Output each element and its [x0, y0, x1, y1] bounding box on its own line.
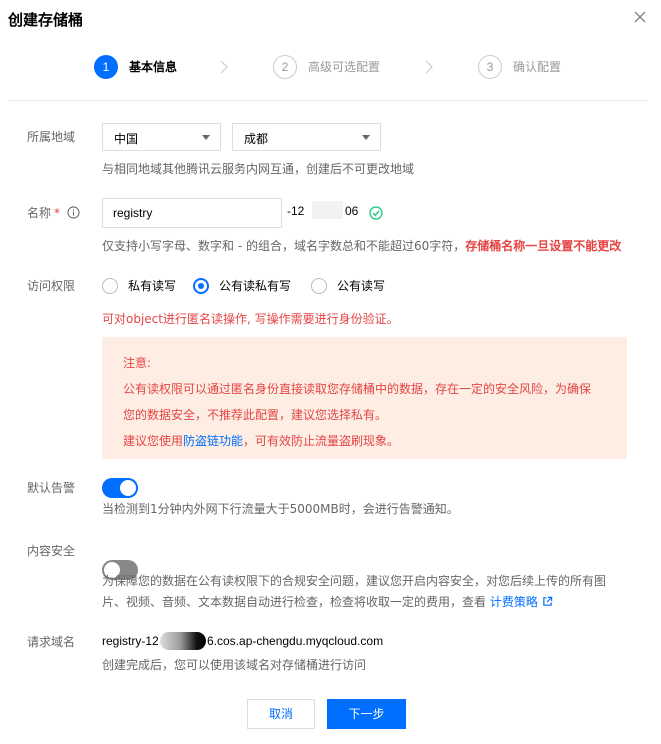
appid-suffix-end: 06: [345, 204, 359, 218]
chevron-right-icon: [220, 60, 228, 74]
domain-suffix: 6.cos.ap-chengdu.myqcloud.com: [207, 634, 384, 648]
step-1-label: 基本信息: [129, 60, 178, 74]
step-3-number: 3: [478, 55, 502, 79]
caret-down-icon: [202, 135, 210, 140]
step-1-number: 1: [94, 55, 118, 79]
access-label: 访问权限: [27, 279, 76, 293]
content-security-label: 内容安全: [27, 544, 76, 558]
region-label: 所属地域: [27, 130, 76, 144]
step-2-number: 2: [273, 55, 297, 79]
access-notice: 可对object进行匿名读操作, 写操作需要进行身份验证。: [102, 312, 399, 326]
content-security-hint-2: 片、视频、音频、文本数据自动进行检查，检查将收取一定的费用，查看 计费策略: [102, 593, 553, 611]
region-hint: 与相同地域其他腾讯云服务内网互通，创建后不可更改地域: [102, 162, 415, 176]
redacted-block: [312, 201, 343, 219]
header-divider: [8, 100, 647, 101]
step-2-label: 高级可选配置: [308, 60, 381, 74]
info-icon[interactable]: [67, 206, 80, 219]
country-select[interactable]: 中国: [102, 123, 221, 151]
close-icon[interactable]: [633, 10, 647, 24]
required-mark: *: [54, 206, 61, 220]
radio-public-read[interactable]: 公有读私有写: [193, 277, 291, 294]
radio-checked-icon: [193, 277, 209, 294]
toggle-knob: [120, 480, 136, 496]
appid-suffix-start: -12: [287, 204, 305, 218]
domain-label: 请求域名: [27, 635, 76, 649]
content-security-hint-1: 为保障您的数据在公有读权限下的合规安全问题，建议您开启内容安全，对您后续上传的所…: [102, 574, 607, 588]
city-select[interactable]: 成都: [232, 123, 381, 151]
name-label: 名称 *: [27, 206, 61, 220]
anti-leech-link[interactable]: 防盗链功能: [183, 434, 243, 448]
external-link-icon[interactable]: [542, 596, 553, 607]
domain-hint: 创建完成后，您可以使用该域名对存储桶进行访问: [102, 658, 367, 672]
warning-line-1: 公有读权限可以通过匿名身份直接读取您存储桶中的数据，存在一定的安全风险，为确保: [123, 382, 592, 396]
warning-title: 注意:: [123, 356, 152, 370]
warning-line-2: 您的数据安全，不推荐此配置，建议您选择私有。: [123, 408, 388, 422]
step-3-label: 确认配置: [513, 60, 562, 74]
caret-down-icon: [362, 135, 370, 140]
check-circle-icon: [369, 206, 383, 220]
alert-toggle[interactable]: [102, 478, 138, 498]
alert-hint: 当检测到1分钟内外网下行流量大于5000MB时，会进行告警通知。: [102, 502, 459, 516]
bucket-name-input[interactable]: [102, 198, 282, 228]
city-value: 成都: [244, 132, 269, 146]
country-value: 中国: [114, 132, 139, 146]
radio-private[interactable]: 私有读写: [102, 277, 176, 294]
radio-circle-icon: [311, 277, 327, 294]
warning-line-3: 建议您使用防盗链功能，可有效防止流量盗刷现象。: [123, 434, 400, 448]
warning-box: 注意: 公有读权限可以通过匿名身份直接读取您存储桶中的数据，存在一定的安全风险，…: [102, 337, 627, 459]
alert-label: 默认告警: [27, 481, 76, 495]
radio-circle-icon: [102, 277, 118, 294]
radio-public-readwrite[interactable]: 公有读写: [311, 277, 385, 294]
dialog-title: 创建存储桶: [8, 11, 84, 29]
billing-policy-link[interactable]: 计费策略: [490, 595, 538, 609]
name-warning: 存储桶名称一旦设置不能更改: [465, 239, 622, 253]
domain-prefix: registry-12: [102, 634, 159, 648]
redacted-block: [160, 632, 206, 650]
cancel-button[interactable]: 取消: [247, 699, 315, 729]
name-hint: 仅支持小写字母、数字和 - 的组合，域名字数总和不能超过60字符，存储桶名称一旦…: [102, 239, 622, 253]
chevron-right-icon: [425, 60, 433, 74]
next-button[interactable]: 下一步: [327, 699, 406, 729]
